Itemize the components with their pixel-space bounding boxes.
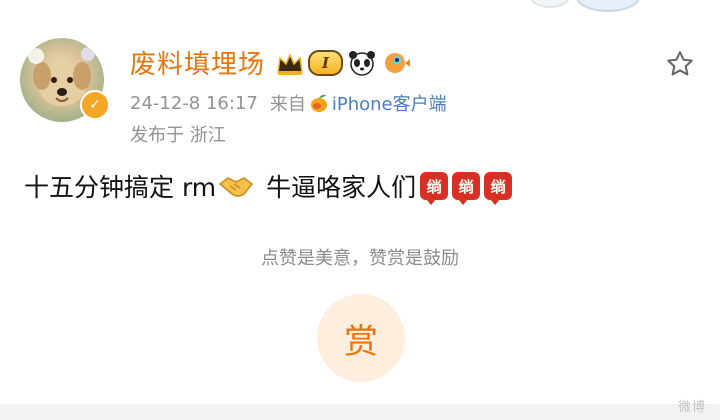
post-content: 十五分钟搞定 rm 牛逼咯家人们 绱 绱 绱 — [24, 168, 513, 205]
decorative-header — [0, 0, 720, 12]
pufferfish-icon — [381, 48, 411, 78]
cloud-decoration — [530, 0, 570, 8]
bottom-divider — [0, 404, 720, 420]
source-prefix: 来自 — [269, 94, 306, 115]
watermark: 微博 — [677, 400, 706, 415]
wan-sticker-icon: 绱 — [420, 172, 449, 205]
panda-icon — [347, 48, 377, 78]
post-time: 24-12-8 16:17 — [130, 92, 258, 114]
reward-button[interactable]: 赏 — [317, 294, 405, 382]
mango-icon — [308, 92, 330, 114]
handshake-icon — [218, 172, 254, 200]
level-badge[interactable]: I — [308, 50, 344, 76]
favorite-star-icon[interactable] — [664, 48, 696, 80]
username[interactable]: 废料填埋场 — [130, 44, 265, 81]
cloud-decoration — [576, 0, 640, 12]
post-meta: 24-12-8 16:17 来自 iPhone客户端 — [130, 90, 447, 116]
user-badges: I — [276, 48, 411, 78]
verified-badge-icon: ✓ — [80, 90, 110, 120]
wan-sticker-icon: 绱 — [484, 172, 513, 205]
post-text-part1: 十五分钟搞定 rm — [24, 173, 217, 202]
reward-hint: 点赞是美意，赞赏是鼓励 — [261, 248, 459, 269]
post-text-part2: 牛逼咯家人们 — [266, 173, 417, 202]
crown-icon — [276, 50, 304, 76]
source-link[interactable]: iPhone客户端 — [332, 90, 447, 116]
post-location: 发布于 浙江 — [130, 125, 226, 146]
wan-sticker-icon: 绱 — [452, 172, 481, 205]
